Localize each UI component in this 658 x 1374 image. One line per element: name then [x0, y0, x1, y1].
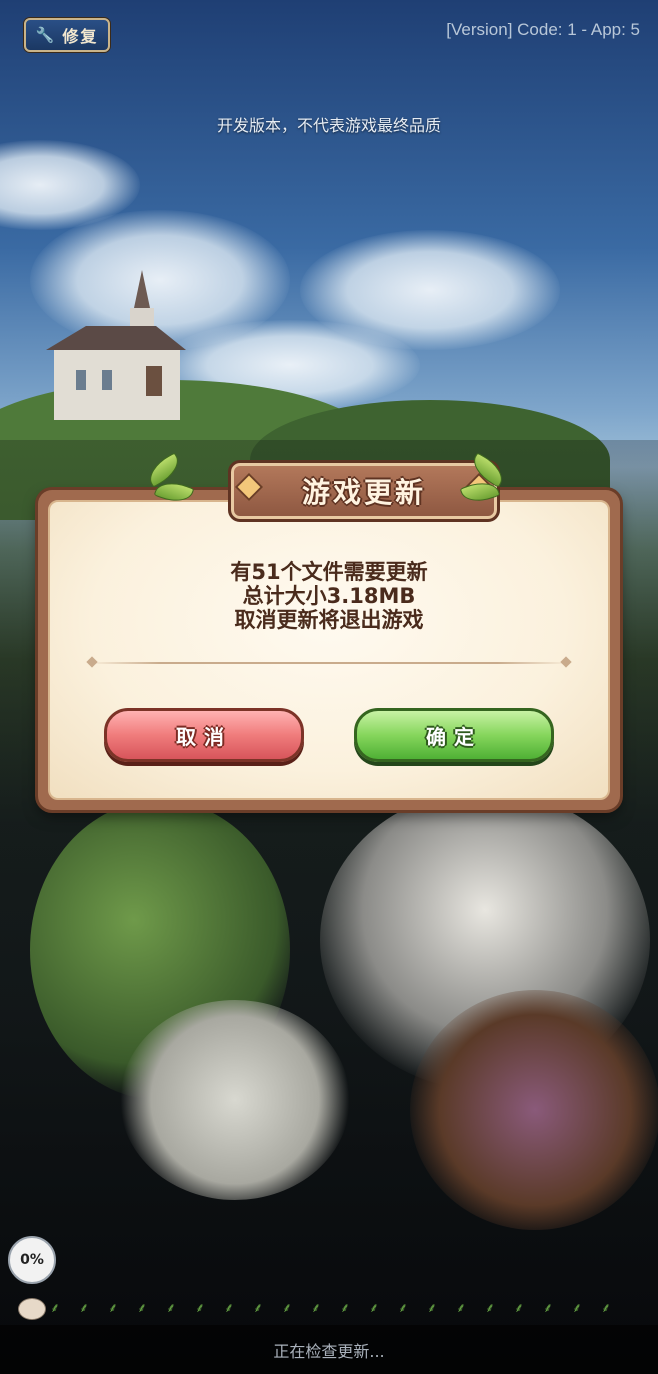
sprout-icon: ⸙	[514, 1301, 524, 1316]
repair-label: 修复	[62, 27, 99, 46]
sprout-icon: ⸙	[137, 1301, 147, 1316]
gem-icon	[234, 472, 264, 502]
progress-percent-badge: 0%	[8, 1236, 56, 1284]
dialog-panel: 有51个文件需要更新 总计大小3.18MB 取消更新将退出游戏 取消 确定	[48, 500, 610, 800]
message-line-size: 总计大小3.18MB	[242, 584, 416, 608]
sprout-icon: ⸙	[253, 1301, 263, 1316]
sprout-icon: ⸙	[224, 1301, 234, 1316]
confirm-label: 确定	[426, 724, 482, 749]
fruit-crate	[410, 990, 658, 1230]
message-line-files: 有51个文件需要更新	[230, 560, 428, 584]
wrench-icon: 🔧	[35, 26, 57, 44]
dialog-title-plate: 游戏更新	[228, 460, 500, 522]
update-dialog: 有51个文件需要更新 总计大小3.18MB 取消更新将退出游戏 取消 确定 游戏…	[38, 452, 620, 810]
sprout-icon: ⸙	[79, 1301, 89, 1316]
update-status: 正在检查更新...	[273, 1342, 385, 1361]
sprout-icon: ⸙	[369, 1301, 379, 1316]
sprout-icon: ⸙	[572, 1301, 582, 1316]
sprout-icon: ⸙	[340, 1301, 350, 1316]
dialog-title: 游戏更新	[301, 476, 426, 509]
cancel-label: 取消	[176, 724, 232, 749]
update-message: 有51个文件需要更新 总计大小3.18MB 取消更新将退出游戏	[50, 560, 608, 632]
confirm-button[interactable]: 确定	[354, 708, 554, 762]
sprout-icon: ⸙	[311, 1301, 321, 1316]
sprout-icon: ⸙	[456, 1301, 466, 1316]
sprout-icon: ⸙	[427, 1301, 437, 1316]
repair-button[interactable]: 🔧 修复	[24, 18, 110, 52]
sprout-icon: ⸙	[601, 1301, 611, 1316]
sprout-icon: ⸙	[282, 1301, 292, 1316]
version-info: [Version] Code: 1 - App: 5	[446, 20, 640, 39]
sprout-icon: ⸙	[108, 1301, 118, 1316]
sprout-icon: ⸙	[485, 1301, 495, 1316]
character-sack	[120, 1000, 350, 1200]
sprout-icon: ⸙	[50, 1301, 60, 1316]
progress-track: ⸙ ⸙ ⸙ ⸙ ⸙ ⸙ ⸙ ⸙ ⸙ ⸙ ⸙ ⸙ ⸙ ⸙ ⸙ ⸙ ⸙ ⸙ ⸙ ⸙	[18, 1302, 618, 1318]
sprout-icon: ⸙	[398, 1301, 408, 1316]
sprout-icon: ⸙	[195, 1301, 205, 1316]
church-illustration	[46, 270, 186, 420]
message-line-warning: 取消更新将退出游戏	[234, 608, 424, 632]
dev-build-notice: 开发版本，不代表游戏最终品质	[216, 116, 441, 135]
dialog-divider	[88, 662, 570, 664]
cancel-button[interactable]: 取消	[104, 708, 304, 762]
sprout-icon: ⸙	[543, 1301, 553, 1316]
sprout-icon: ⸙	[166, 1301, 176, 1316]
